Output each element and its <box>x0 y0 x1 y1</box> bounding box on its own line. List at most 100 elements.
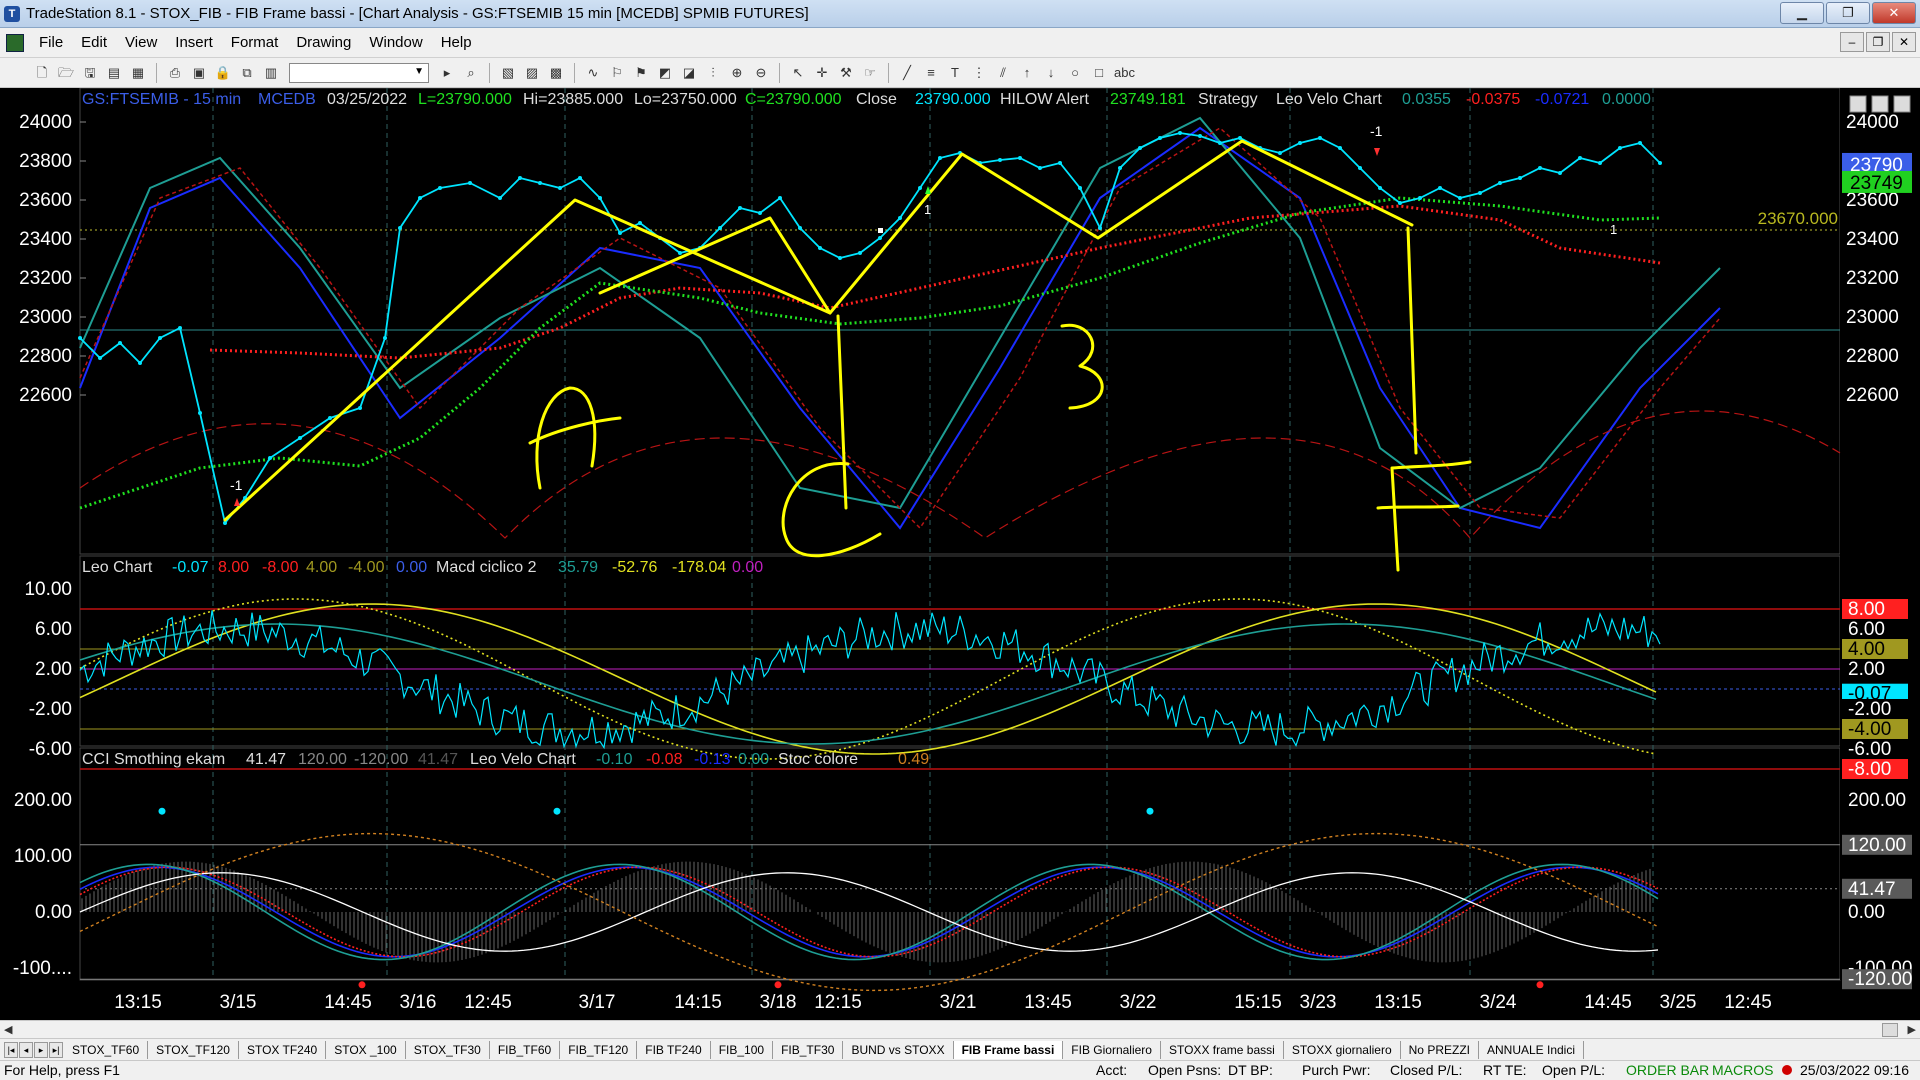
menu-help[interactable]: Help <box>432 34 481 51</box>
workspace-tab[interactable]: FIB_TF30 <box>773 1040 844 1059</box>
leo-tag: -8.00 <box>1848 759 1891 780</box>
find-icon[interactable]: ⌕ <box>461 63 481 83</box>
options-icon[interactable]: ◩ <box>655 63 675 83</box>
workspace-tab[interactable]: STOXX frame bassi <box>1161 1040 1284 1059</box>
ellipse-icon[interactable]: ○ <box>1065 63 1085 83</box>
menu-view[interactable]: View <box>116 34 166 51</box>
first-tab-icon[interactable]: |◂ <box>4 1041 18 1058</box>
workspace-tab[interactable]: STOX_TF30 <box>406 1040 490 1059</box>
leo-tag: 2.00 <box>1848 659 1885 680</box>
restore-button[interactable]: ❐ <box>1826 2 1870 24</box>
hand-icon[interactable]: ☞ <box>860 63 880 83</box>
minimize-button[interactable]: ▁ <box>1780 2 1824 24</box>
scroll-thumb[interactable] <box>1882 1023 1898 1037</box>
preview-icon[interactable]: ▣ <box>189 63 209 83</box>
workspace-tab[interactable]: STOX_TF60 <box>64 1040 149 1059</box>
workspace-tab[interactable]: BUND vs STOXX <box>843 1040 954 1059</box>
print-icon[interactable]: ⎙ <box>165 63 185 83</box>
symbol-dropdown[interactable]: ▼ <box>289 62 429 83</box>
open-icon[interactable]: 🗁 <box>56 63 76 83</box>
price-dot <box>198 411 202 415</box>
rectangle-icon[interactable]: □ <box>1089 63 1109 83</box>
trendline-icon[interactable]: ╱ <box>897 63 917 83</box>
panel-restore-button[interactable] <box>1871 95 1889 113</box>
folder-icon[interactable]: ▦ <box>128 63 148 83</box>
tradestation-app-icon: T <box>4 5 20 22</box>
cci-panel[interactable] <box>79 747 1841 981</box>
stoc-top-marker <box>1146 807 1154 815</box>
order-bar-button[interactable]: ORDER BAR <box>1626 1062 1709 1078</box>
workspace-tab[interactable]: FIB_100 <box>711 1040 774 1059</box>
strategy-icon[interactable]: ⚐ <box>607 63 627 83</box>
workspace-tab[interactable]: STOX TF240 <box>239 1040 327 1059</box>
workspace-tab[interactable]: ANNUALE Indici <box>1479 1040 1585 1059</box>
doc-close-button[interactable]: ✕ <box>1892 32 1916 52</box>
matrix-icon[interactable]: ▩ <box>546 63 566 83</box>
time-tick: 12:45 <box>1724 992 1772 1013</box>
workspace-tab[interactable]: No PREZZI <box>1401 1040 1479 1059</box>
label-icon[interactable]: abc <box>1113 63 1135 83</box>
menu-window[interactable]: Window <box>360 34 431 51</box>
scroll-right-icon[interactable]: ▶ <box>1908 1023 1916 1036</box>
briefcase-icon[interactable]: ▥ <box>261 63 281 83</box>
time-tick: 3/25 <box>1660 992 1697 1013</box>
stoc-bottom-marker <box>774 981 782 989</box>
workspace-tab[interactable]: STOX_TF120 <box>148 1040 239 1059</box>
zoom-out-icon[interactable]: ⊖ <box>751 63 771 83</box>
menu-drawing[interactable]: Drawing <box>287 34 360 51</box>
zoom-in-icon[interactable]: ⊕ <box>727 63 747 83</box>
close-button[interactable]: ✕ <box>1872 2 1916 24</box>
crosshair-icon[interactable]: ✛ <box>812 63 832 83</box>
last-tab-icon[interactable]: ▸| <box>49 1041 63 1058</box>
panel-minimize-button[interactable] <box>1849 95 1867 113</box>
prev-tab-icon[interactable]: ◂ <box>19 1041 33 1058</box>
doc-minimize-button[interactable]: ‒ <box>1840 32 1864 52</box>
price-dot <box>1238 136 1242 140</box>
go-arrow-icon[interactable]: ▸ <box>437 63 457 83</box>
text-icon[interactable]: T <box>945 63 965 83</box>
alert-icon[interactable]: ⚑ <box>631 63 651 83</box>
chart-icon[interactable]: ▧ <box>498 63 518 83</box>
menu-file[interactable]: File <box>30 34 72 51</box>
radar-icon[interactable]: ▨ <box>522 63 542 83</box>
new-icon[interactable]: 🗋 <box>32 63 52 83</box>
next-tab-icon[interactable]: ▸ <box>34 1041 48 1058</box>
arrow-up-icon[interactable]: ↑ <box>1017 63 1037 83</box>
menu-edit[interactable]: Edit <box>72 34 116 51</box>
lock-icon[interactable]: 🔒 <box>213 63 233 83</box>
scanner-icon[interactable]: ◪ <box>679 63 699 83</box>
tools-icon[interactable]: ⚒ <box>836 63 856 83</box>
status-datetime: 25/03/2022 09:16 <box>1800 1062 1909 1078</box>
workspace-tab[interactable]: FIB_TF120 <box>560 1040 638 1059</box>
panel-close-button[interactable] <box>1893 95 1911 113</box>
workspace-tab[interactable]: FIB_TF60 <box>490 1040 561 1059</box>
workspace-tab[interactable]: STOX _100 <box>326 1040 406 1059</box>
bar-type-icon[interactable]: ⫶ <box>703 63 723 83</box>
workspace-tab[interactable]: FIB TF240 <box>637 1040 711 1059</box>
workspace-tab[interactable]: FIB Giornaliero <box>1063 1040 1161 1059</box>
save-icon[interactable]: 🖫 <box>80 63 100 83</box>
price-dot <box>1298 141 1302 145</box>
chart-analysis-window[interactable]: 23670.000 -1 -1 1 1 GS:FTSEMIB - 15 min … <box>0 87 1920 1020</box>
workspace-icon[interactable]: ▤ <box>104 63 124 83</box>
arrow-down-icon[interactable]: ↓ <box>1041 63 1061 83</box>
chart-canvas[interactable]: 23670.000 -1 -1 1 1 GS:FTSEMIB - 15 min … <box>0 87 1920 1020</box>
doc-restore-button[interactable]: ❐ <box>1866 32 1890 52</box>
macros-button[interactable]: MACROS <box>1712 1062 1773 1078</box>
chart-window-icon[interactable] <box>6 33 24 52</box>
leo-chart-panel[interactable] <box>79 555 1841 747</box>
menu-format[interactable]: Format <box>222 34 288 51</box>
workspace-tab[interactable]: FIB Frame bassi <box>953 1040 1064 1059</box>
workspace-tab[interactable]: STOXX giornaliero <box>1284 1040 1401 1059</box>
pointer-icon[interactable]: ↖ <box>788 63 808 83</box>
indicator-icon[interactable]: ∿ <box>583 63 603 83</box>
horizontal-scrollbar[interactable]: ◀ ▶ <box>0 1020 1920 1038</box>
hline-icon[interactable]: ≡ <box>921 63 941 83</box>
fib-icon[interactable]: ⋮ <box>969 63 989 83</box>
status-bar: For Help, press F1 Acct: Open Psns: DT B… <box>0 1060 1920 1080</box>
channel-icon[interactable]: ⫽ <box>993 63 1013 83</box>
cci-value: -120.00 <box>354 751 408 768</box>
scroll-left-icon[interactable]: ◀ <box>4 1023 12 1036</box>
copy-icon[interactable]: ⧉ <box>237 63 257 83</box>
menu-insert[interactable]: Insert <box>166 34 222 51</box>
